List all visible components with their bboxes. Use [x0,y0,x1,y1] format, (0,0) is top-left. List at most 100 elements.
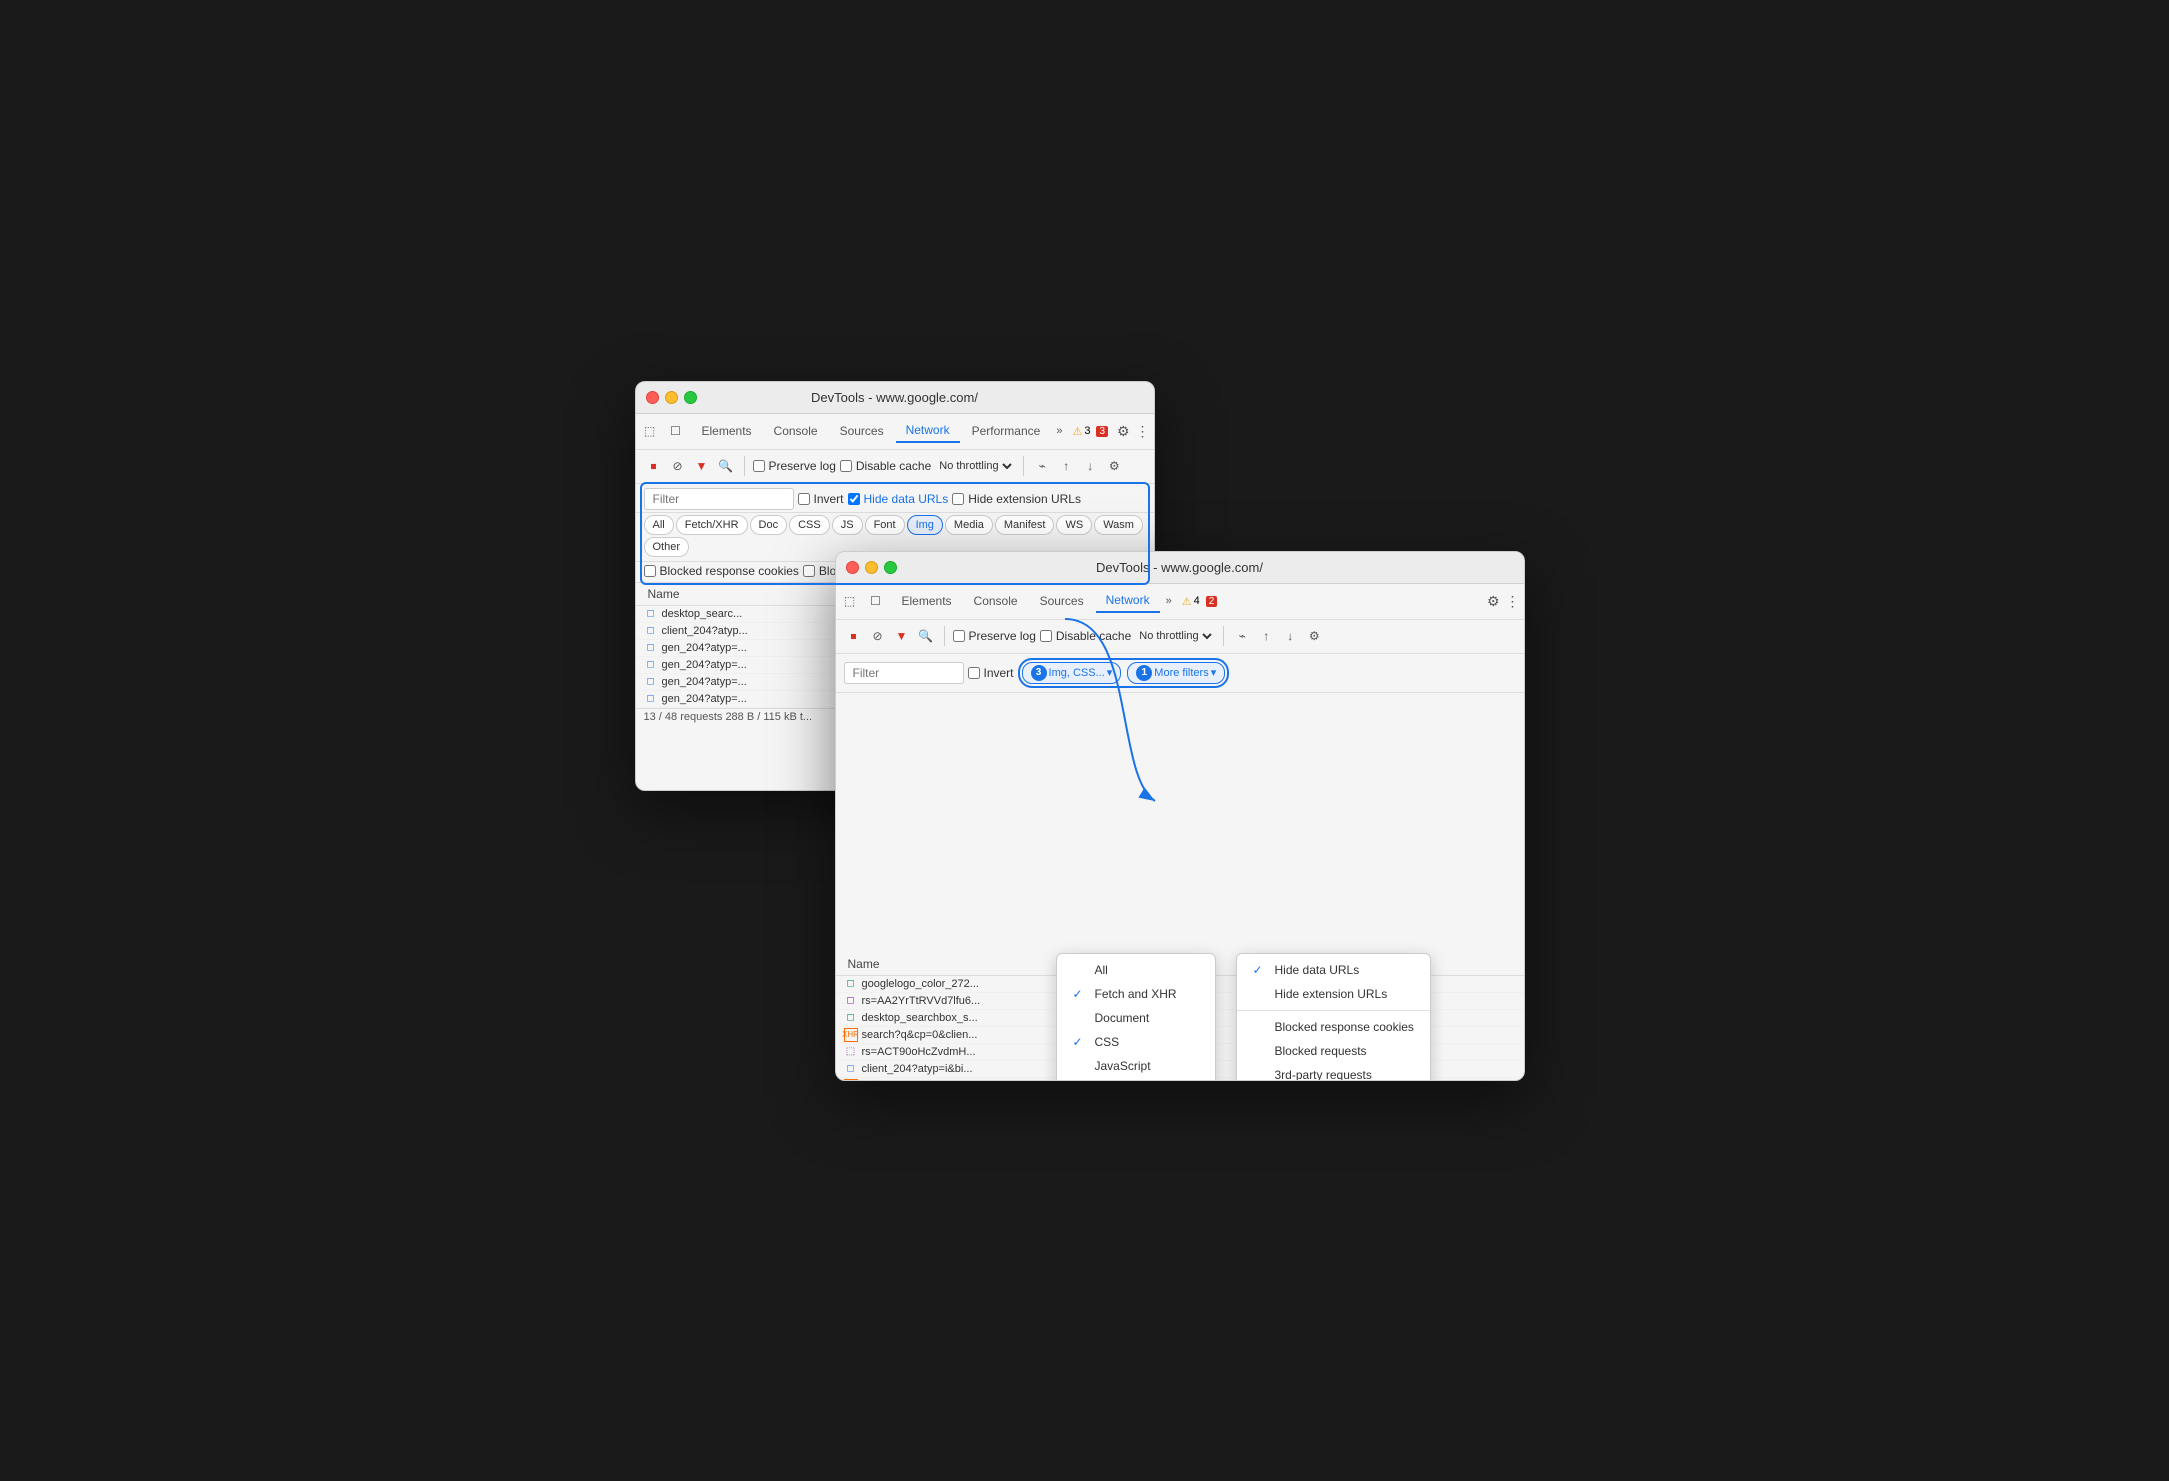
row-icon: ◻ [844,994,858,1008]
row-icon: ◻ [644,692,658,706]
hide-data-urls-input-1[interactable] [848,493,860,505]
tab-console-1[interactable]: Console [764,420,828,442]
preserve-log-checkbox-1[interactable]: Preserve log [753,459,836,473]
stop-recording-btn-2[interactable]: ⏹ [844,626,864,646]
disable-cache-checkbox-1[interactable]: Disable cache [840,459,931,473]
tab-bar-1: ⬚ ☐ Elements Console Sources Network Per… [636,414,1154,450]
maximize-button-2[interactable] [884,561,897,574]
minimize-button-1[interactable] [665,391,678,404]
toolbar-2: ⏹ ⊘ ▼ 🔍 Preserve log Disable cache No th… [836,620,1524,654]
tab-more-1[interactable]: » [1052,423,1066,439]
type-js-option[interactable]: JavaScript [1057,1054,1215,1078]
type-all-1[interactable]: All [644,515,674,535]
clear-btn-1[interactable]: ⊘ [668,456,688,476]
type-img-1[interactable]: Img [907,515,943,535]
title-bar-2: DevTools - www.google.com/ [836,552,1524,584]
search-btn-1[interactable]: 🔍 [716,456,736,476]
close-button-2[interactable] [846,561,859,574]
type-fetch-option[interactable]: ✓ Fetch and XHR [1057,982,1215,1006]
tab-performance-1[interactable]: Performance [962,420,1051,442]
invert-input-1[interactable] [798,493,810,505]
type-css-1[interactable]: CSS [789,515,830,535]
hide-data-urls-checkbox-1[interactable]: Hide data URLs [848,492,949,506]
minimize-button-2[interactable] [865,561,878,574]
tab-sources-2[interactable]: Sources [1030,590,1094,612]
tab-more-2[interactable]: » [1162,593,1176,609]
type-ws-1[interactable]: WS [1056,515,1092,535]
throttle-select-1[interactable]: No throttling [935,459,1015,473]
hide-ext-urls-checkbox-1[interactable]: Hide extension URLs [952,492,1081,506]
status-text-1: 13 / 48 requests 288 B / 115 kB t... [644,711,813,723]
tab-elements-2[interactable]: Elements [892,590,962,612]
preserve-log-checkbox-2[interactable]: Preserve log [953,629,1036,643]
maximize-button-1[interactable] [684,391,697,404]
hide-data-urls-option[interactable]: ✓ Hide data URLs [1237,958,1430,982]
type-filter-pill[interactable]: 3 Img, CSS... ▾ [1022,662,1122,684]
tab-network-2[interactable]: Network [1096,589,1160,613]
invert-input-2[interactable] [968,667,980,679]
filter-input-1[interactable] [644,488,794,510]
settings-icon-toolbar-1[interactable]: ⚙ [1104,456,1124,476]
traffic-lights-2 [846,561,897,574]
type-all-option[interactable]: All [1057,958,1215,982]
disable-cache-input-1[interactable] [840,460,852,472]
more-filters-pill[interactable]: 1 More filters ▾ [1127,662,1225,684]
type-manifest-1[interactable]: Manifest [995,515,1055,535]
device-icon-2: ☐ [866,591,886,611]
type-other-1[interactable]: Other [644,537,690,557]
tab-elements-1[interactable]: Elements [692,420,762,442]
type-doc-1[interactable]: Doc [750,515,788,535]
blocked-reqs-input-1[interactable] [803,565,815,577]
third-party-option[interactable]: 3rd-party requests [1237,1063,1430,1081]
row-icon: ◻ [644,675,658,689]
settings-icon-2[interactable]: ⚙ [1487,593,1500,610]
download-icon-2[interactable]: ↓ [1280,626,1300,646]
type-fetch-1[interactable]: Fetch/XHR [676,515,748,535]
invert-checkbox-1[interactable]: Invert [798,492,844,506]
more-icon-2[interactable]: ⋮ [1506,593,1520,610]
stop-recording-btn-1[interactable]: ⏹ [644,456,664,476]
preserve-log-input-1[interactable] [753,460,765,472]
type-dropdown-menu[interactable]: All ✓ Fetch and XHR Document ✓ CSS JavaS… [1056,953,1216,1081]
type-wasm-1[interactable]: Wasm [1094,515,1143,535]
blocked-cookies-1[interactable]: Blocked response cookies [644,564,799,578]
hide-ext-urls-option[interactable]: Hide extension URLs [1237,982,1430,1006]
disable-cache-checkbox-2[interactable]: Disable cache [1040,629,1131,643]
type-font-option[interactable]: Font [1057,1078,1215,1081]
throttle-select-2[interactable]: No throttling [1135,629,1215,643]
type-document-option[interactable]: Document [1057,1006,1215,1030]
blocked-cookies-option[interactable]: Blocked response cookies [1237,1015,1430,1039]
tab-bar-right-2: ⚙ ⋮ [1487,593,1520,610]
invert-checkbox-2[interactable]: Invert [968,666,1014,680]
check-icon: ✓ [1073,1035,1087,1049]
blocked-cookies-input-1[interactable] [644,565,656,577]
no-check-icon [1253,1068,1267,1081]
preserve-log-input-2[interactable] [953,630,965,642]
type-css-option[interactable]: ✓ CSS [1057,1030,1215,1054]
filter-btn-1[interactable]: ▼ [692,456,712,476]
wifi-icon-2[interactable]: ⌁ [1232,626,1252,646]
download-icon-1[interactable]: ↓ [1080,456,1100,476]
upload-icon-2[interactable]: ↑ [1256,626,1276,646]
type-media-1[interactable]: Media [945,515,993,535]
tab-network-1[interactable]: Network [896,419,960,443]
tab-sources-1[interactable]: Sources [830,420,894,442]
filter-btn-2[interactable]: ▼ [892,626,912,646]
no-check-icon [1073,1059,1087,1073]
upload-icon-1[interactable]: ↑ [1056,456,1076,476]
type-font-1[interactable]: Font [865,515,905,535]
tab-console-2[interactable]: Console [964,590,1028,612]
more-filters-dropdown[interactable]: ✓ Hide data URLs Hide extension URLs Blo… [1236,953,1431,1081]
search-btn-2[interactable]: 🔍 [916,626,936,646]
hide-ext-urls-input-1[interactable] [952,493,964,505]
filter-input-2[interactable] [844,662,964,684]
settings-icon-1[interactable]: ⚙ [1117,423,1130,440]
more-icon-1[interactable]: ⋮ [1136,423,1150,440]
settings-icon-toolbar-2[interactable]: ⚙ [1304,626,1324,646]
close-button-1[interactable] [646,391,659,404]
disable-cache-input-2[interactable] [1040,630,1052,642]
type-js-1[interactable]: JS [832,515,863,535]
clear-btn-2[interactable]: ⊘ [868,626,888,646]
wifi-icon-1[interactable]: ⌁ [1032,456,1052,476]
blocked-reqs-option[interactable]: Blocked requests [1237,1039,1430,1063]
